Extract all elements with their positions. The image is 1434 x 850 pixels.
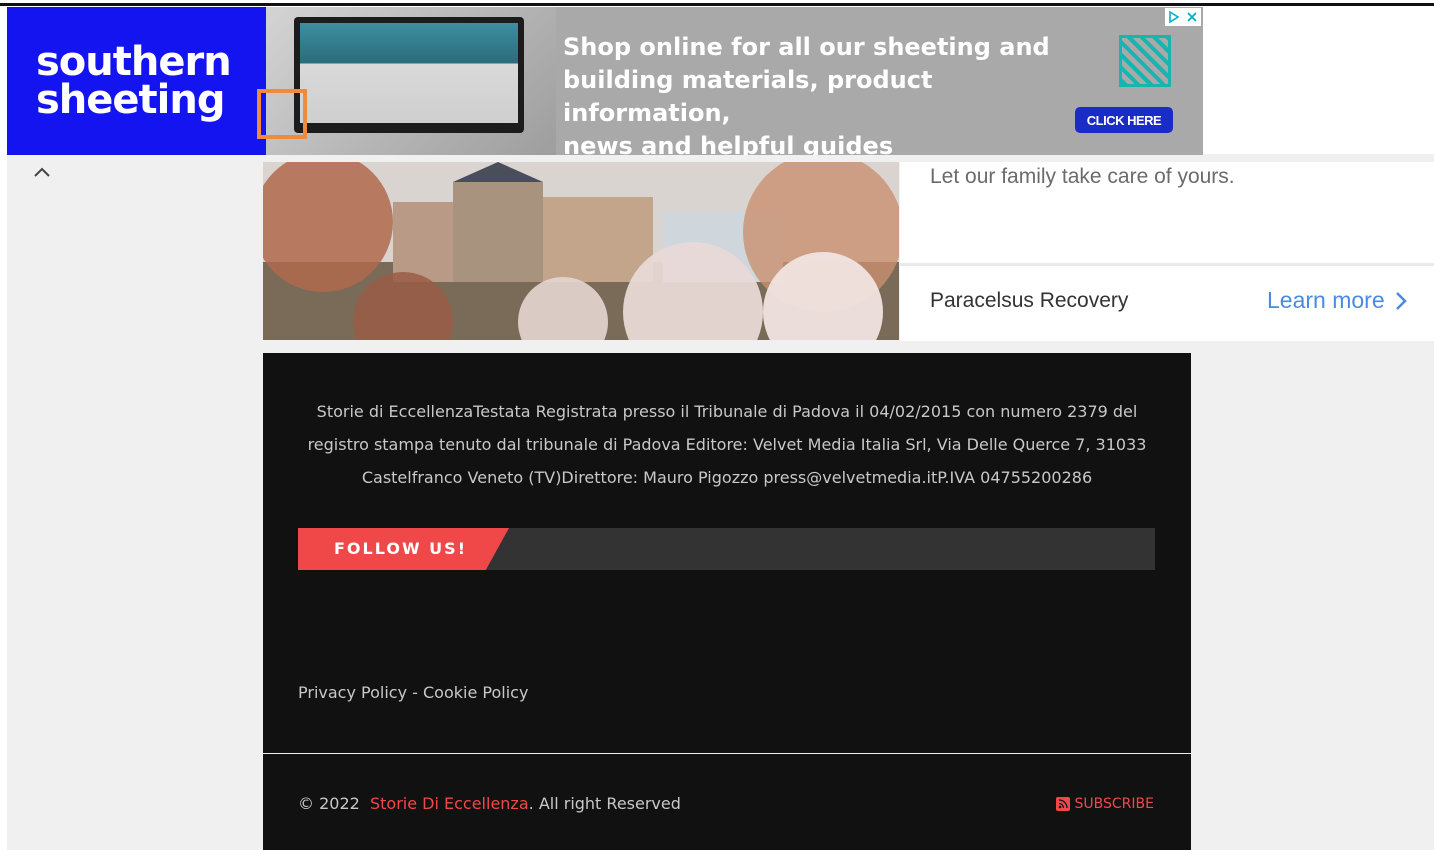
follow-us-bar: FOLLOW US! — [298, 528, 1155, 570]
monitor-image — [294, 17, 524, 133]
native-ad-brand[interactable]: Paracelsus Recovery — [930, 289, 1128, 313]
copyright-suffix: . All right Reserved — [528, 794, 681, 813]
ad-banner[interactable]: southern sheeting Shop online for all ou… — [7, 7, 1203, 155]
footer-about-text: Storie di EccellenzaTestata Registrata p… — [307, 402, 1147, 487]
learn-more-label: Learn more — [1267, 287, 1385, 313]
follow-us-label: FOLLOW US! — [334, 539, 467, 558]
ad-cta-button[interactable]: CLICK HERE — [1075, 107, 1173, 133]
ad-logo-line1: southern — [36, 39, 232, 85]
ad-text-line3: news and helpful guides — [563, 132, 894, 155]
subscribe-label: SUBSCRIBE — [1074, 796, 1154, 812]
top-border — [0, 3, 1434, 6]
link-separator: - — [407, 683, 423, 702]
rss-icon — [1055, 797, 1070, 811]
native-ad-tagline: Let our family take care of yours. — [930, 165, 1235, 188]
chevron-right-icon — [1395, 291, 1407, 310]
footer-links: Privacy Policy - Cookie Policy — [298, 683, 528, 702]
cookie-policy-link[interactable]: Cookie Policy — [423, 683, 528, 702]
footer-bottom-bar: © 2022 Storie Di Eccellenza. All right R… — [263, 754, 1191, 850]
sheet-pattern-icon — [1119, 35, 1171, 87]
subscribe-link[interactable]: SUBSCRIBE — [1055, 796, 1154, 812]
house-outline-icon — [257, 89, 307, 139]
close-icon[interactable] — [1183, 8, 1201, 26]
divider — [900, 263, 1434, 266]
footer: Storie di EccellenzaTestata Registrata p… — [263, 353, 1191, 753]
site-name-link[interactable]: Storie Di Eccellenza — [370, 794, 529, 813]
chevron-up-icon[interactable] — [28, 160, 56, 184]
adchoices-icon[interactable] — [1165, 8, 1183, 26]
ad-text-line2: building materials, product information, — [563, 66, 933, 127]
copyright: © 2022 Storie Di Eccellenza. All right R… — [298, 794, 681, 813]
learn-more-button[interactable]: Learn more — [1267, 287, 1407, 314]
privacy-policy-link[interactable]: Privacy Policy — [298, 683, 407, 702]
ad-text-line1: Shop online for all our sheeting and — [563, 33, 1050, 61]
ad-logo[interactable]: southern sheeting — [7, 7, 266, 155]
ad-headline[interactable]: Shop online for all our sheeting and bui… — [563, 31, 1103, 155]
copyright-prefix: © 2022 — [298, 794, 360, 813]
ad-logo-line2: sheeting — [36, 77, 225, 123]
ad-product-photo[interactable] — [266, 7, 556, 155]
native-ad-image[interactable] — [263, 162, 899, 340]
adchoices-controls[interactable] — [1165, 8, 1201, 26]
native-ad-card[interactable]: Let our family take care of yours. Parac… — [900, 162, 1434, 341]
